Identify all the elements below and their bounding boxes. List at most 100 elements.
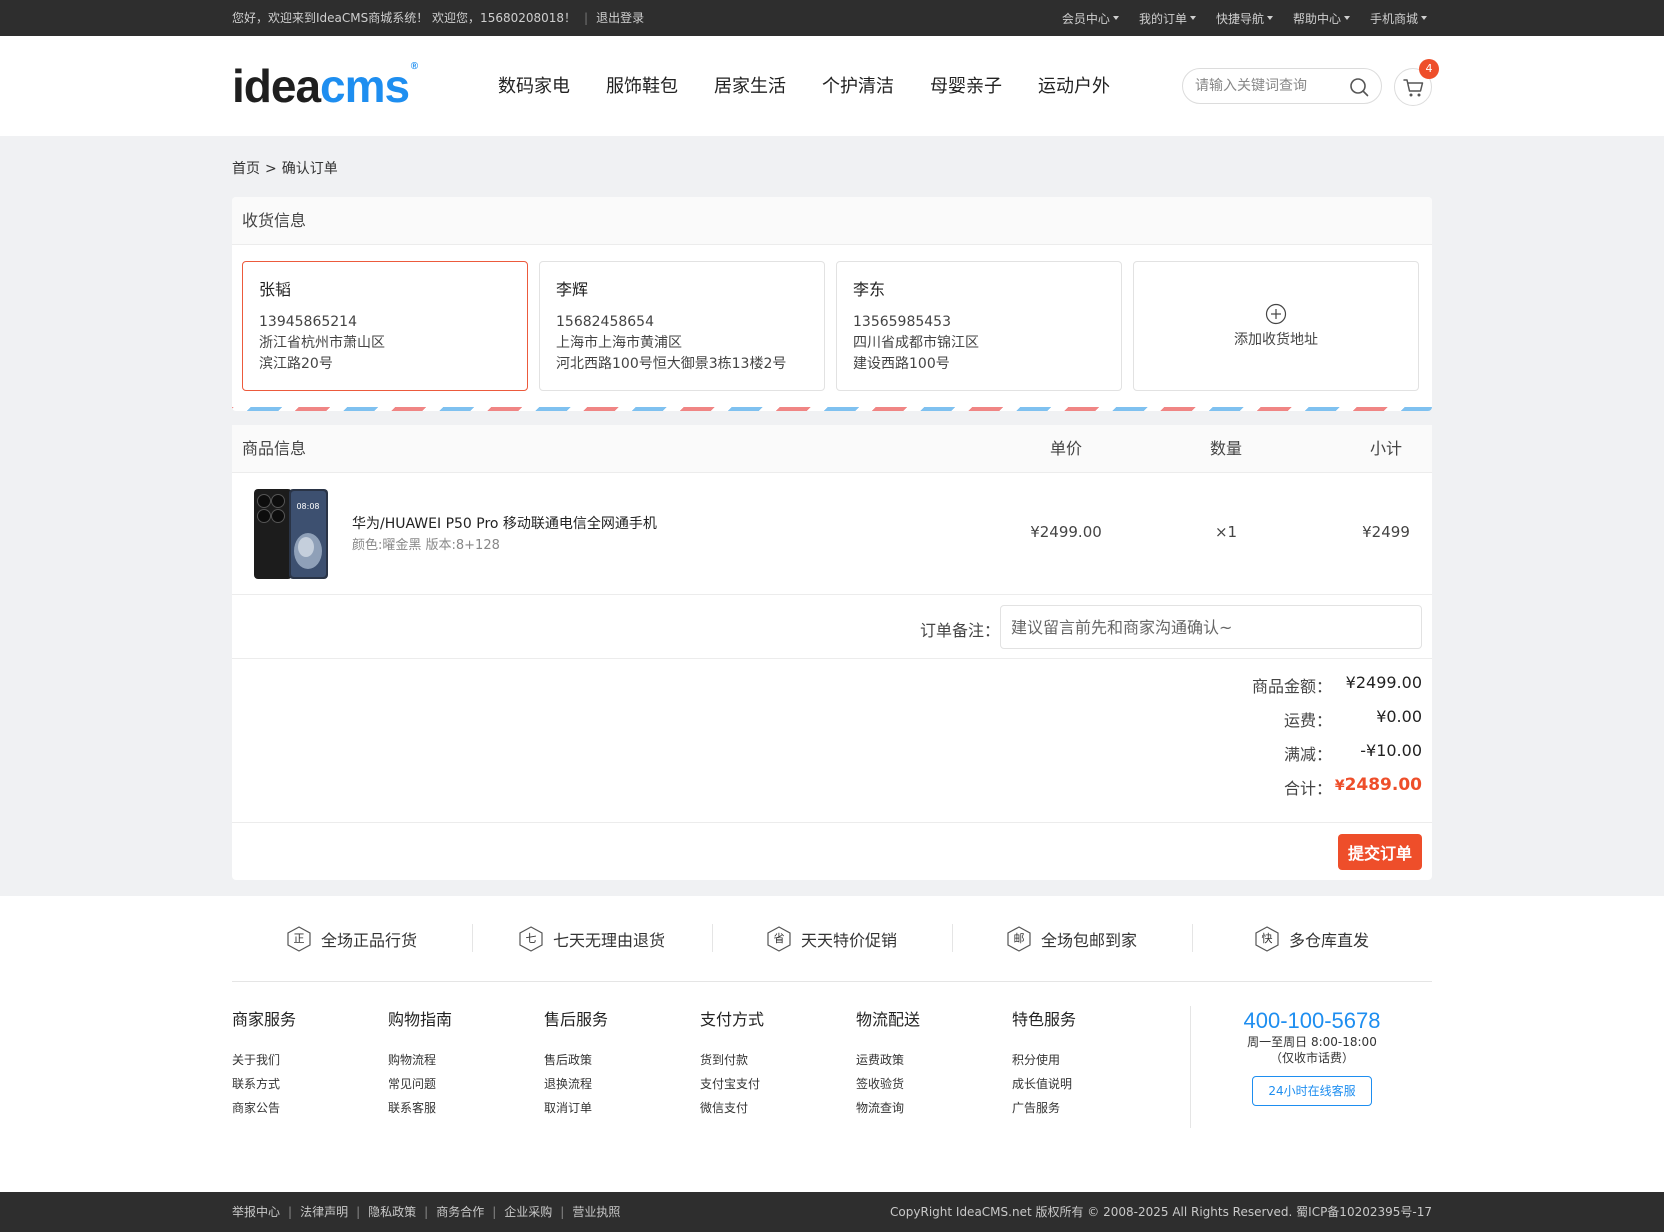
- footer-col-special: 特色服务 积分使用 成长值说明 广告服务: [1012, 1006, 1168, 1120]
- product-price: ¥2499.00: [1030, 523, 1102, 541]
- nav-item-digital[interactable]: 数码家电: [498, 72, 570, 98]
- submit-order-button[interactable]: 提交订单: [1338, 834, 1422, 870]
- logo-cms: cms: [320, 60, 410, 112]
- genuine-badge-glyph: 正: [293, 931, 305, 945]
- online-service-button[interactable]: 24小时在线客服: [1252, 1076, 1372, 1106]
- service-note: （仅收市话费）: [1269, 1051, 1354, 1065]
- add-address-button[interactable]: 添加收货地址: [1133, 261, 1419, 391]
- bottom-link[interactable]: 商务合作: [436, 1205, 484, 1219]
- return-badge-icon: 七: [519, 925, 543, 952]
- address-card[interactable]: 李东 13565985453 四川省成都市锦江区 建设西路100号: [836, 261, 1122, 391]
- feature-label: 多仓库直发: [1288, 930, 1369, 950]
- footer-col-title: 售后服务: [544, 1010, 609, 1029]
- remark-input[interactable]: [1000, 605, 1422, 649]
- product-name[interactable]: 华为/HUAWEI P50 Pro 移动联通电信全网通手机: [352, 513, 657, 533]
- footer-link[interactable]: 购物流程: [388, 1048, 544, 1072]
- footer-col-logistics: 物流配送 运费政策 签收验货 物流查询: [856, 1006, 1012, 1120]
- caret-down-icon: [1266, 16, 1273, 20]
- mail-badge-glyph: 邮: [1013, 931, 1025, 945]
- discount-label: 满减：: [1283, 745, 1332, 764]
- logo-registered-mark: ®: [410, 61, 418, 72]
- nav-item-personal-care[interactable]: 个护清洁: [822, 72, 894, 98]
- footer-col-title: 物流配送: [856, 1010, 921, 1029]
- customer-service: 400-100-5678 周一至周日 8:00-18:00 （仅收市话费） 24…: [1242, 1008, 1382, 1106]
- footer-link[interactable]: 联系方式: [232, 1072, 388, 1096]
- breadcrumb-home[interactable]: 首页: [232, 161, 260, 177]
- feature-genuine: 正 全场正品行货: [232, 925, 472, 952]
- menu-label: 会员中心: [1061, 11, 1110, 26]
- footer-link[interactable]: 运费政策: [856, 1048, 1012, 1072]
- discount-value: -¥10.00: [1360, 741, 1422, 760]
- address-card[interactable]: 李辉 15682458654 上海市上海市黄浦区 河北西路100号恒大御景3栋1…: [539, 261, 825, 391]
- plus-circle-icon: [1265, 303, 1287, 325]
- footer-link[interactable]: 支付宝支付: [700, 1072, 856, 1096]
- footer-link[interactable]: 物流查询: [856, 1096, 1012, 1120]
- footer-link[interactable]: 退换流程: [544, 1072, 700, 1096]
- menu-help-center[interactable]: 帮助中心: [1293, 10, 1350, 27]
- footer-link[interactable]: 广告服务: [1012, 1096, 1168, 1120]
- footer-link[interactable]: 联系客服: [388, 1096, 544, 1120]
- cart-count-badge: 4: [1419, 59, 1439, 79]
- logo-idea: idea: [232, 60, 321, 112]
- menu-my-orders[interactable]: 我的订单: [1139, 10, 1196, 27]
- search-box: [1182, 68, 1382, 104]
- bottom-link[interactable]: 企业采购: [504, 1205, 552, 1219]
- address-card-selected[interactable]: 张韬 13945865214 浙江省杭州市萧山区 滨江路20号: [242, 261, 528, 391]
- search-input[interactable]: [1195, 77, 1345, 95]
- menu-member-center[interactable]: 会员中心: [1062, 10, 1119, 27]
- footer-link[interactable]: 成长值说明: [1012, 1072, 1168, 1096]
- nav-item-apparel[interactable]: 服饰鞋包: [606, 72, 678, 98]
- nav-item-mother-baby[interactable]: 母婴亲子: [930, 72, 1002, 98]
- order-totals: 商品金额： ¥2499.00 运费： ¥0.00 满减： -¥10.00 合计：…: [232, 659, 1432, 823]
- address-phone: 13565985453: [853, 314, 951, 330]
- site-logo[interactable]: ideacms ®: [232, 60, 418, 112]
- search-icon[interactable]: [1349, 77, 1369, 97]
- bottom-link[interactable]: 营业执照: [572, 1205, 620, 1219]
- footer-link[interactable]: 积分使用: [1012, 1048, 1168, 1072]
- address-street: 河北西路100号恒大御景3栋13楼2号: [556, 356, 787, 372]
- footer-link[interactable]: 常见问题: [388, 1072, 544, 1096]
- remark-label: 订单备注：: [920, 621, 1001, 640]
- site-footer: 正 全场正品行货 七 七天无理由退货 省 天天特价促销 邮 全场包邮到家 快 多…: [0, 896, 1664, 1192]
- bottom-link[interactable]: 举报中心: [232, 1205, 280, 1219]
- footer-link[interactable]: 关于我们: [232, 1048, 388, 1072]
- bottom-link[interactable]: 法律声明: [300, 1205, 348, 1219]
- address-list: 张韬 13945865214 浙江省杭州市萧山区 滨江路20号 李辉 15682…: [242, 261, 1419, 391]
- footer-link[interactable]: 商家公告: [232, 1096, 388, 1120]
- caret-down-icon: [1189, 16, 1196, 20]
- top-bar: 您好，欢迎来到IdeaCMS商城系统！ 欢迎您，15680208018！ | 退出登…: [0, 0, 1664, 36]
- footer-link[interactable]: 签收验货: [856, 1072, 1012, 1096]
- footer-link[interactable]: 取消订单: [544, 1096, 700, 1120]
- nav-item-sports[interactable]: 运动户外: [1038, 72, 1110, 98]
- footer-link[interactable]: 货到付款: [700, 1048, 856, 1072]
- order-item-row: 08:08 华为/HUAWEI P50 Pro 移动联通电信全网通手机 颜色:曜…: [232, 473, 1432, 595]
- cart-button[interactable]: 4: [1394, 59, 1439, 106]
- address-street: 滨江路20号: [259, 356, 333, 372]
- address-name: 张韬: [259, 280, 292, 299]
- address-street: 建设西路100号: [853, 356, 950, 372]
- address-panel-title: 收货信息: [232, 197, 1432, 245]
- footer-link[interactable]: 售后政策: [544, 1048, 700, 1072]
- savings-badge-glyph: 省: [773, 931, 785, 945]
- address-region: 上海市上海市黄浦区: [556, 335, 682, 351]
- header-price: 单价: [1049, 439, 1082, 458]
- logout-link[interactable]: 退出登录: [596, 11, 644, 25]
- feature-label: 全场包邮到家: [1040, 930, 1137, 950]
- product-thumbnail[interactable]: 08:08: [252, 487, 330, 581]
- menu-quick-nav[interactable]: 快捷导航: [1216, 10, 1273, 27]
- feature-label: 全场正品行货: [320, 930, 417, 950]
- nav-item-home-living[interactable]: 居家生活: [714, 72, 786, 98]
- header-product: 商品信息: [242, 439, 307, 458]
- feature-multi-warehouse: 快 多仓库直发: [1192, 923, 1432, 952]
- separator: |: [492, 1205, 497, 1219]
- footer-col-payment: 支付方式 货到付款 支付宝支付 微信支付: [700, 1006, 856, 1120]
- footer-col-guide: 购物指南 购物流程 常见问题 联系客服: [388, 1006, 544, 1120]
- discount-row: 满减： -¥10.00: [232, 741, 1432, 765]
- bottom-bar: 举报中心 | 法律声明 | 隐私政策 | 商务合作 | 企业采购 | 营业执照 CopyRight …: [0, 1192, 1664, 1232]
- menu-mobile-mall[interactable]: 手机商城: [1370, 10, 1427, 27]
- bottom-link[interactable]: 隐私政策: [368, 1205, 416, 1219]
- footer-link[interactable]: 微信支付: [700, 1096, 856, 1120]
- menu-label: 帮助中心: [1292, 11, 1341, 26]
- goods-amount-label: 商品金额：: [1251, 677, 1332, 696]
- address-phone: 15682458654: [556, 314, 654, 330]
